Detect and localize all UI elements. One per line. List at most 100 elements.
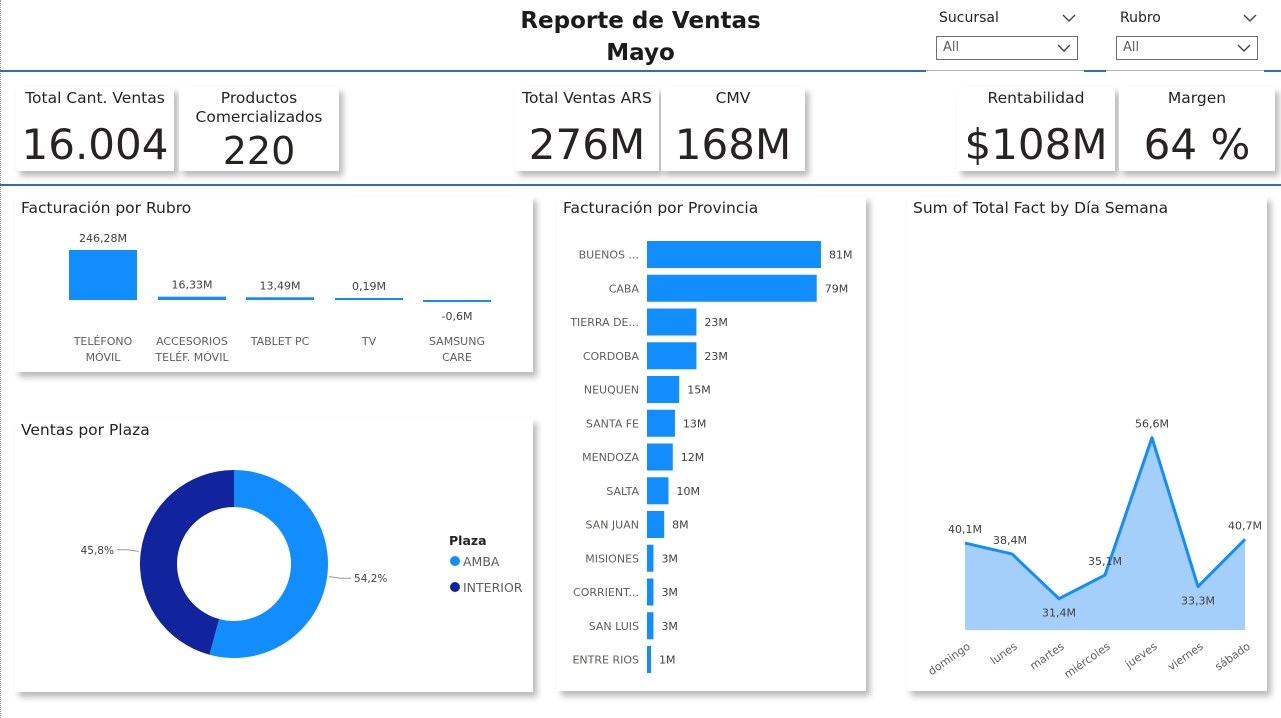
kpi-cmv[interactable]: CMV 168M: [661, 87, 805, 171]
data-label: 10M: [676, 485, 699, 498]
header-divider-mid: [1084, 70, 1106, 72]
category-label: ACCESORIOS: [156, 335, 228, 348]
chevron-down-icon: [1237, 44, 1251, 52]
data-label: 23M: [704, 350, 728, 363]
bar: [647, 511, 665, 538]
data-label: 33,3M: [1181, 595, 1215, 608]
data-label: 16,33M: [172, 279, 213, 292]
category-label: BUENOS ...: [579, 249, 639, 262]
category-label: MISIONES: [585, 552, 639, 565]
data-label: 3M: [661, 552, 678, 565]
slicer-rubro-underline: [1106, 70, 1264, 71]
header-divider-right: [1264, 70, 1281, 72]
kpi-label: Rentabilidad: [987, 89, 1085, 107]
chart-total-fact-dia: 40,1M domingo 38,4M lunes 31,4M martes 35,1M mi…: [926, 418, 1262, 681]
legend-item: INTERIOR: [463, 580, 523, 595]
legend-title: Plaza: [449, 533, 487, 548]
visual-facturacion-por-rubro[interactable]: Facturación por Rubro 246,28M TELÉFONO MÓV…: [15, 196, 533, 372]
bar: [158, 296, 226, 300]
category-label: viernes: [1165, 640, 1206, 674]
visual-facturacion-por-provincia[interactable]: Facturación por Provincia BUENOS ... 81M C…: [557, 196, 866, 691]
data-label: 54,2%: [354, 573, 387, 585]
bar: [647, 308, 697, 336]
category-label: SAN JUAN: [586, 519, 640, 532]
slicer-sucursal-value: All: [943, 40, 960, 55]
kpi-value: 64 %: [1143, 120, 1251, 169]
bar: [647, 409, 675, 437]
data-label: 45,8%: [81, 545, 114, 557]
kpi-divider: [0, 184, 1281, 186]
kpi-value: 220: [222, 129, 296, 173]
report-title: Reporte de Ventas: [520, 8, 761, 34]
kpi-total-cant-ventas[interactable]: Total Cant. Ventas 16.004: [16, 87, 174, 171]
chevron-down-icon: [1057, 44, 1071, 52]
data-label: 81M: [829, 249, 853, 262]
bar: [647, 477, 669, 505]
kpi-label-line1: Productos: [220, 89, 298, 107]
data-label: 23M: [704, 316, 728, 329]
data-label: 35,1M: [1088, 555, 1122, 568]
data-label: 246,28M: [79, 232, 127, 245]
kpi-margen[interactable]: Margen 64 %: [1119, 87, 1275, 171]
kpi-label: Margen: [1167, 89, 1227, 107]
category-label: TELÉFONO: [73, 335, 133, 348]
data-label: 13M: [683, 417, 707, 430]
kpi-value: $108M: [964, 120, 1108, 169]
data-label: 13,49M: [260, 279, 301, 292]
category-label: TV: [361, 335, 377, 348]
data-label: 0,19M: [352, 280, 386, 293]
legend-marker: [450, 582, 460, 592]
legend-marker: [450, 556, 460, 566]
slicer-sucursal-dropdown[interactable]: All: [936, 36, 1078, 60]
kpi-value: 276M: [528, 120, 646, 169]
category-label: MENDOZA: [582, 451, 639, 464]
visual-total-fact-dia-semana[interactable]: Sum of Total Fact by Día Semana 40,1M dom…: [907, 196, 1267, 691]
category-label: NEUQUEN: [584, 384, 639, 397]
slicer-sucursal-label: Sucursal: [939, 10, 999, 26]
slicer-rubro-label: Rubro: [1120, 10, 1161, 26]
bar: [647, 241, 821, 268]
category-label: lunes: [988, 640, 1020, 668]
category-label: domingo: [926, 640, 973, 678]
category-label: SAMSUNG: [429, 335, 485, 348]
slicer-sucursal-underline: [926, 70, 1084, 71]
data-label: -0,6M: [442, 310, 473, 323]
category-label: ENTRE RIOS: [572, 654, 639, 667]
kpi-productos-comercializados[interactable]: Productos Comercializados 220: [179, 87, 339, 173]
bar: [647, 274, 817, 302]
bar: [647, 578, 654, 606]
kpi-total-ventas-ars[interactable]: Total Ventas ARS 276M: [515, 87, 659, 171]
slicer-rubro-expand-icon[interactable]: [1242, 13, 1258, 23]
category-label: SAN LUIS: [589, 620, 639, 633]
data-label: 79M: [825, 282, 849, 295]
chart-ventas-plaza: 54,2% 45,8% Plaza AMBA INTERIOR: [81, 470, 523, 658]
category-label: CABA: [609, 282, 640, 295]
data-label: 12M: [681, 451, 705, 464]
kpi-label-line2: Comercializados: [195, 108, 323, 126]
kpi-value: 16.004: [21, 120, 169, 169]
data-label: 38,4M: [993, 534, 1027, 547]
category-label: TELÉF. MÓVIL: [154, 351, 229, 364]
bar: [647, 376, 680, 403]
bar: [647, 443, 673, 471]
header-divider: [0, 70, 926, 72]
bar: [69, 250, 137, 300]
data-label: 1M: [659, 654, 676, 667]
canvas-edge: [0, 0, 2, 718]
visual-ventas-por-plaza[interactable]: Ventas por Plaza 54,2% 45,8% Plaza AMBA INTE…: [15, 418, 533, 692]
category-label: TABLET PC: [250, 335, 310, 348]
slicer-sucursal-expand-icon[interactable]: [1061, 13, 1077, 23]
data-label: 3M: [661, 586, 678, 599]
category-label: MÓVIL: [86, 351, 122, 364]
category-label: TIERRA DE...: [569, 316, 639, 329]
bar: [647, 342, 697, 370]
data-label: 40,7M: [1228, 519, 1262, 532]
bar: [647, 646, 651, 673]
data-label: 31,4M: [1042, 607, 1076, 620]
kpi-rentabilidad[interactable]: Rentabilidad $108M: [957, 87, 1115, 171]
slicer-rubro-dropdown[interactable]: All: [1116, 36, 1258, 60]
category-label: SALTA: [606, 485, 639, 498]
data-label: 15M: [687, 384, 711, 397]
leader-line: [329, 576, 352, 579]
kpi-value: 168M: [674, 120, 792, 169]
